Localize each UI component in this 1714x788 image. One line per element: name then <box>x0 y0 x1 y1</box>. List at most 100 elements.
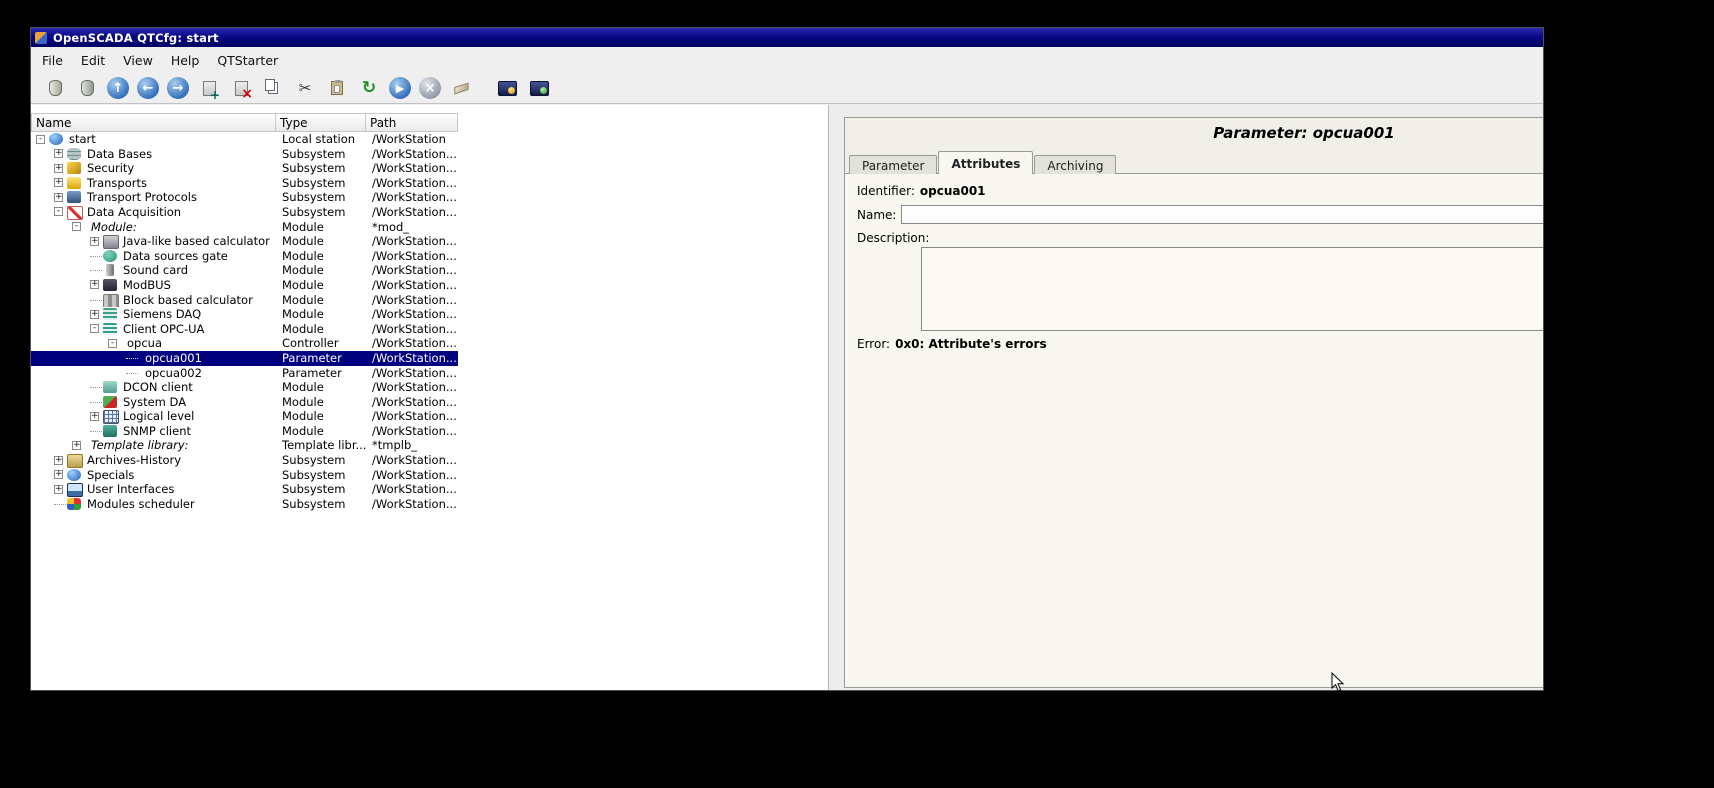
protocols-icon <box>67 191 81 203</box>
expand-toggle-icon[interactable]: + <box>54 456 63 465</box>
menu-qtstarter[interactable]: QTStarter <box>208 49 287 72</box>
tree-row-start[interactable]: -startLocal station/WorkStation <box>31 132 458 147</box>
tree-cell-type: Module <box>276 307 366 322</box>
tree-row-module[interactable]: -Module:Module*mod_ <box>31 220 458 235</box>
tree-row-data-bases[interactable]: +Data BasesSubsystem/WorkStation... <box>31 147 458 162</box>
tree-cell-type: Module <box>276 322 366 337</box>
tree-row-system-da[interactable]: System DAModule/WorkStation... <box>31 395 458 410</box>
collapse-toggle-icon[interactable]: - <box>90 324 99 333</box>
save-button[interactable] <box>75 76 99 100</box>
previous-button[interactable]: ← <box>137 77 159 99</box>
branch-line <box>54 504 66 505</box>
tree-cell-type: Module <box>276 263 366 278</box>
tree-row-java-like-based-calculator[interactable]: +Java-like based calculatorModule/WorkSt… <box>31 234 458 249</box>
load-button[interactable] <box>43 76 67 100</box>
menu-edit[interactable]: Edit <box>72 49 114 72</box>
tree-cell-path: /WorkStation... <box>366 395 458 410</box>
branch-line <box>126 358 138 359</box>
expand-toggle-icon[interactable]: + <box>90 310 99 319</box>
tree-cell-path: /WorkStation... <box>366 278 458 293</box>
daq-icon <box>67 206 83 220</box>
qtstarter-1-button[interactable] <box>495 76 519 100</box>
expand-toggle-icon[interactable]: + <box>54 485 63 494</box>
tree-column-header-type[interactable]: Type <box>276 113 366 132</box>
tree-row-opcua001[interactable]: opcua001Parameter/WorkStation... <box>31 351 458 366</box>
tree-cell-path: /WorkStation... <box>366 366 458 381</box>
qtstarter-2-button[interactable] <box>527 76 551 100</box>
add-item-button[interactable]: + <box>197 76 221 100</box>
expand-toggle-icon[interactable]: + <box>54 470 63 479</box>
expand-toggle-icon[interactable]: + <box>72 441 81 450</box>
description-field[interactable] <box>921 247 1543 331</box>
archives-icon <box>67 454 83 468</box>
tree-row-data-sources-gate[interactable]: Data sources gateModule/WorkStation... <box>31 249 458 264</box>
stop-update-button[interactable]: × <box>419 77 441 99</box>
tree-row-logical-level[interactable]: +Logical levelModule/WorkStation... <box>31 409 458 424</box>
expand-toggle-icon[interactable]: + <box>54 178 63 187</box>
previous-icon-glyph: ← <box>143 81 154 96</box>
menu-file[interactable]: File <box>33 49 72 72</box>
cut-item-button[interactable]: ✂ <box>293 76 317 100</box>
tree-cell-type: Module <box>276 220 366 235</box>
tree-column-header-name[interactable]: Name <box>31 113 276 132</box>
clear-button[interactable] <box>449 76 473 100</box>
collapse-toggle-icon[interactable]: - <box>108 339 117 348</box>
copy-item-button[interactable] <box>261 76 285 100</box>
menu-help[interactable]: Help <box>162 49 209 72</box>
paste-item-button[interactable] <box>325 76 349 100</box>
tree-cell-path: /WorkStation... <box>366 176 458 191</box>
name-label: Name: <box>857 208 896 222</box>
specials-icon <box>67 469 81 481</box>
tree-row-template-library[interactable]: +Template library:Template libr...*tmplb… <box>31 438 458 453</box>
start-update-button[interactable]: ▶ <box>389 77 411 99</box>
tree-row-archives-history[interactable]: +Archives-HistorySubsystem/WorkStation..… <box>31 453 458 468</box>
tree-row-transport-protocols[interactable]: +Transport ProtocolsSubsystem/WorkStatio… <box>31 190 458 205</box>
collapse-toggle-icon[interactable]: - <box>72 222 81 231</box>
tree-row-opcua[interactable]: -opcuaController/WorkStation... <box>31 336 458 351</box>
tree-cell-name: +Java-like based calculator <box>31 234 276 249</box>
collapse-toggle-icon[interactable]: - <box>54 207 63 216</box>
expand-toggle-icon[interactable]: + <box>54 164 63 173</box>
tree-cell-path: /WorkStation... <box>366 147 458 162</box>
tree-row-client-opc-ua[interactable]: -Client OPC-UAModule/WorkStation... <box>31 322 458 337</box>
refresh-button[interactable]: ↻ <box>357 76 381 100</box>
tree-cell-type: Module <box>276 249 366 264</box>
delete-item-button[interactable]: × <box>229 76 253 100</box>
tree-row-dcon-client[interactable]: DCON clientModule/WorkStation... <box>31 380 458 395</box>
tree-cell-name: -Client OPC-UA <box>31 322 276 337</box>
tree-header: NameTypePath <box>31 113 828 132</box>
expand-toggle-icon[interactable]: + <box>90 412 99 421</box>
up-button[interactable]: ↑ <box>107 77 129 99</box>
expand-toggle-icon[interactable]: + <box>90 280 99 289</box>
tree-row-block-based-calculator[interactable]: Block based calculatorModule/WorkStation… <box>31 293 458 308</box>
tree-column-header-path[interactable]: Path <box>366 113 458 132</box>
tab-archiving[interactable]: Archiving <box>1034 155 1116 174</box>
title-bar[interactable]: OpenSCADA QTCfg: start <box>31 28 1543 47</box>
expand-toggle-icon[interactable]: + <box>54 193 63 202</box>
tree-row-specials[interactable]: +SpecialsSubsystem/WorkStation... <box>31 468 458 483</box>
next-button[interactable]: → <box>167 77 189 99</box>
name-field[interactable] <box>901 205 1543 224</box>
tree-item-label: Block based calculator <box>123 293 253 308</box>
systemda-icon <box>103 396 117 408</box>
tree-cell-type: Parameter <box>276 351 366 366</box>
tree-row-user-interfaces[interactable]: +User InterfacesSubsystem/WorkStation... <box>31 482 458 497</box>
tree-row-data-acquisition[interactable]: -Data AcquisitionSubsystem/WorkStation..… <box>31 205 458 220</box>
tree-row-sound-card[interactable]: Sound cardModule/WorkStation... <box>31 263 458 278</box>
menu-view[interactable]: View <box>114 49 162 72</box>
tree-row-snmp-client[interactable]: SNMP clientModule/WorkStation... <box>31 424 458 439</box>
tree-row-security[interactable]: +SecuritySubsystem/WorkStation... <box>31 161 458 176</box>
save-icon <box>81 80 94 96</box>
expand-toggle-icon[interactable]: + <box>54 149 63 158</box>
tree-row-opcua002[interactable]: opcua002Parameter/WorkStation... <box>31 366 458 381</box>
tree-row-modules-scheduler[interactable]: Modules schedulerSubsystem/WorkStation..… <box>31 497 458 512</box>
tab-parameter[interactable]: Parameter <box>849 155 937 174</box>
tab-attributes[interactable]: Attributes <box>938 151 1033 174</box>
tree-row-siemens-daq[interactable]: +Siemens DAQModule/WorkStation... <box>31 307 458 322</box>
tree-row-transports[interactable]: +TransportsSubsystem/WorkStation... <box>31 176 458 191</box>
delete-item-icon-glyph: × <box>241 86 253 102</box>
tree-row-modbus[interactable]: +ModBUSModule/WorkStation... <box>31 278 458 293</box>
tree-cell-type: Module <box>276 395 366 410</box>
collapse-toggle-icon[interactable]: - <box>36 135 45 144</box>
expand-toggle-icon[interactable]: + <box>90 237 99 246</box>
